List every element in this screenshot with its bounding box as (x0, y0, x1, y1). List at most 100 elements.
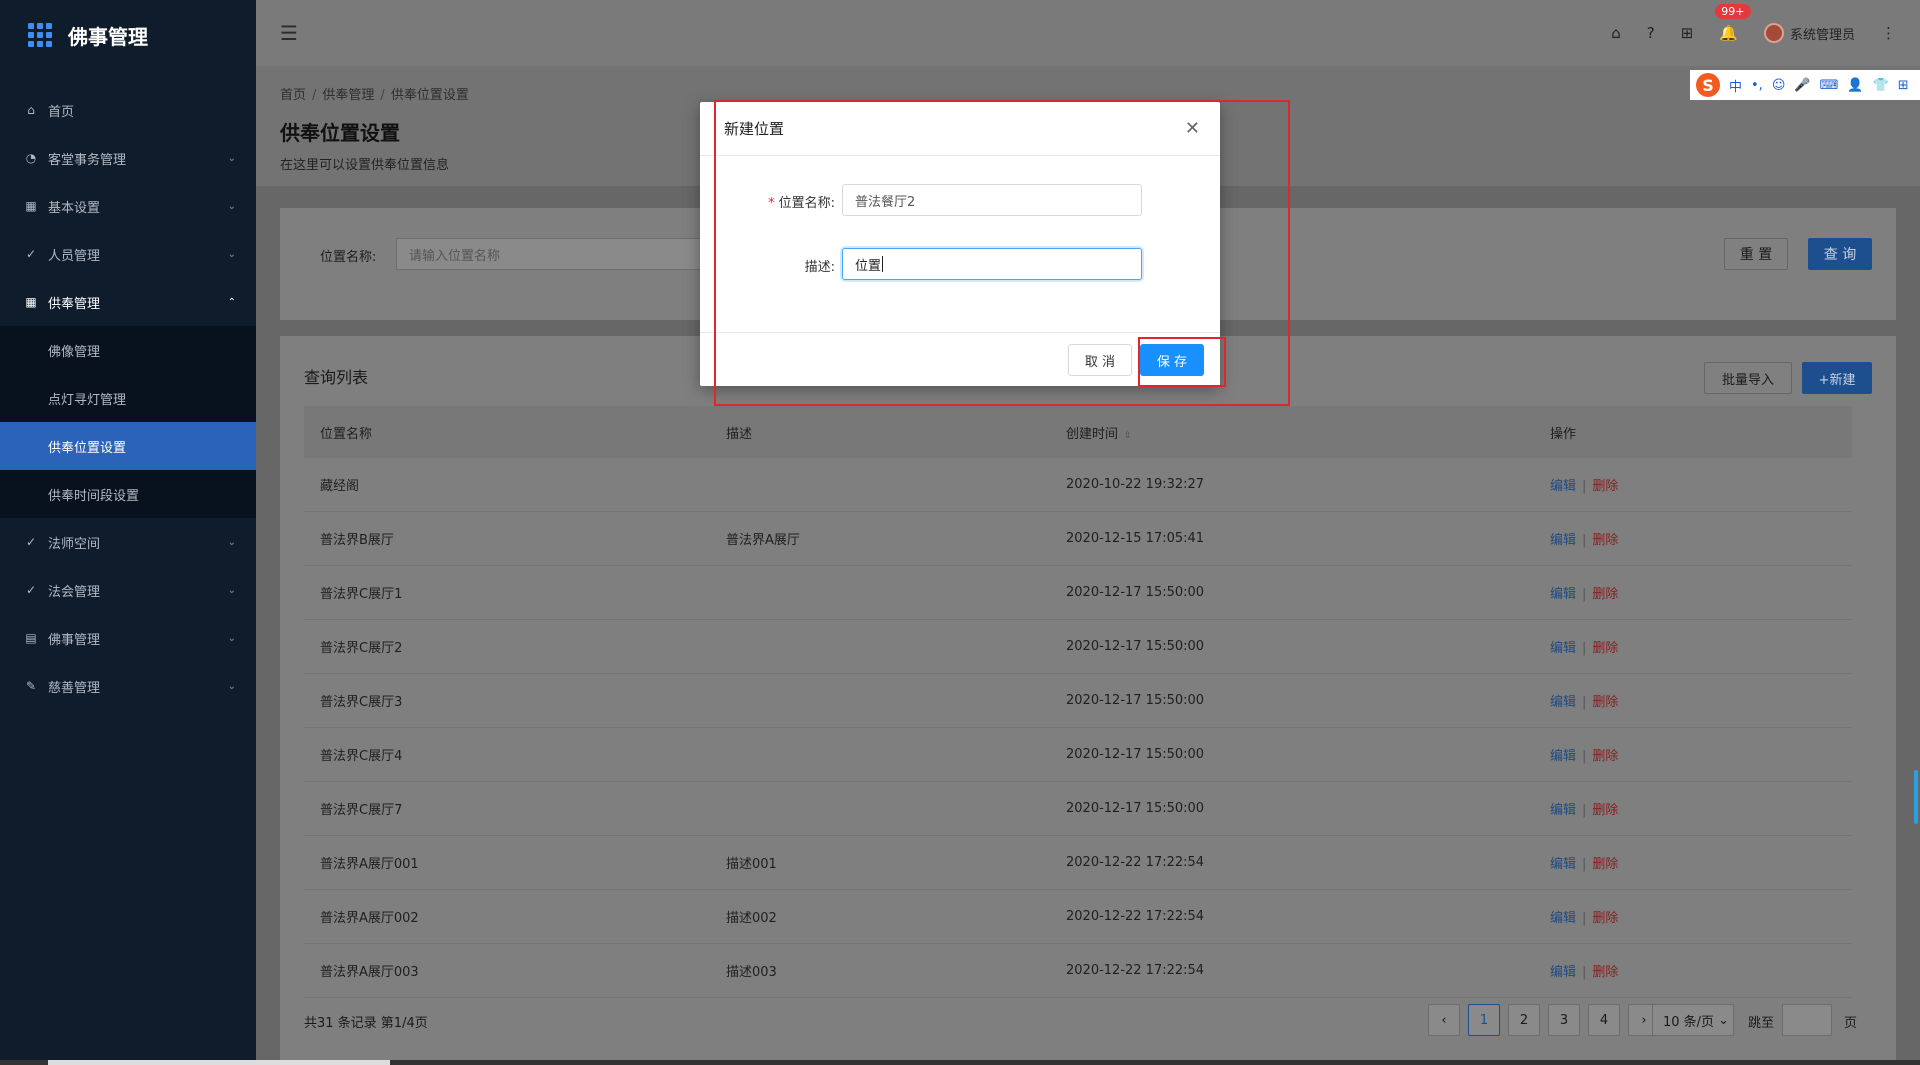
page-size-select[interactable]: 10 条/页 ⌄ (1652, 1004, 1734, 1036)
cell-name: 普法界C展厅2 (320, 641, 403, 656)
edit-link[interactable]: 编辑 (1550, 749, 1576, 764)
sidebar-subitem-lamp[interactable]: 点灯寻灯管理 (0, 374, 256, 422)
bottom-strip-segment (48, 1060, 390, 1065)
user-menu[interactable]: 系统管理员 (1763, 23, 1855, 43)
breadcrumb-item-home[interactable]: 首页 (280, 88, 306, 103)
edit-icon: ✎ (25, 679, 37, 693)
ime-lang-toggle[interactable]: 中 (1729, 76, 1742, 95)
sidebar-subitem-offering-location[interactable]: 供奉位置设置 (0, 422, 256, 470)
table-row: 普法界C展厅2 2020-12-17 15:50:00 编辑 | 删除 (304, 620, 1852, 674)
chevron-down-icon: ⌄ (227, 632, 236, 644)
sidebar-item-label: 法会管理 (48, 584, 101, 600)
delete-link[interactable]: 删除 (1592, 803, 1618, 818)
description-field-value: 位置 (855, 258, 882, 274)
ime-logo-icon[interactable]: S (1696, 73, 1720, 97)
edit-link[interactable]: 编辑 (1550, 641, 1576, 656)
ime-keyboard-icon[interactable]: ⌨ (1820, 78, 1839, 93)
table-row: 普法界B展厅 普法界A展厅 2020-12-15 17:05:41 编辑 | 删除 (304, 512, 1852, 566)
more-vertical-icon[interactable]: ⋮ (1881, 24, 1896, 42)
help-icon[interactable]: ? (1647, 24, 1655, 42)
reset-button[interactable]: 重 置 (1724, 238, 1788, 270)
edit-link[interactable]: 编辑 (1550, 587, 1576, 602)
delete-link[interactable]: 删除 (1592, 533, 1618, 548)
sidebar-item-personnel[interactable]: ✓ 人员管理 ⌄ (0, 230, 256, 278)
sidebar-item-guest-hall[interactable]: ◔ 客堂事务管理 ⌄ (0, 134, 256, 182)
sidebar-item-dharma-assembly[interactable]: ✓ 法会管理 ⌄ (0, 566, 256, 614)
save-button[interactable]: 保 存 (1140, 344, 1204, 376)
delete-link[interactable]: 删除 (1592, 695, 1618, 710)
jump-label: 跳至 (1748, 1016, 1775, 1031)
ime-emoji-icon[interactable]: ☺ (1772, 78, 1786, 93)
app-logo[interactable]: 佛事管理 (0, 0, 256, 70)
top-bar: ☰ ⌂ ? ⊞ 99+ 🔔 系统管理员 ⋮ (256, 0, 1920, 66)
action-separator: | (1582, 587, 1587, 602)
sidebar-item-charity[interactable]: ✎ 慈善管理 ⌄ (0, 662, 256, 710)
query-button[interactable]: 查 询 (1808, 238, 1872, 270)
pagination: 共31 条记录 第1/4页 ‹ 1 2 3 4 › 10 条/页 ⌄ 跳至 页 (304, 1004, 1872, 1036)
apps-icon[interactable]: ⊞ (1681, 24, 1694, 42)
edit-link[interactable]: 编辑 (1550, 857, 1576, 872)
notification-button[interactable]: 99+ 🔔 (1715, 4, 1751, 42)
sidebar-item-label: 慈善管理 (48, 680, 101, 696)
search-input[interactable]: 请输入位置名称 (396, 238, 736, 270)
location-name-field[interactable]: 普法餐厅2 (842, 184, 1142, 216)
cell-created: 2020-12-22 17:22:54 (1066, 855, 1205, 870)
ime-user-icon[interactable]: 👤 (1847, 78, 1863, 93)
cell-actions: 编辑 | 删除 (1534, 583, 1852, 602)
description-field[interactable]: 位置 (842, 248, 1142, 280)
pagination-page-3[interactable]: 3 (1548, 1004, 1580, 1036)
breadcrumb-item-offering[interactable]: 供奉管理 (322, 88, 374, 103)
sidebar-item-home[interactable]: ⌂ 首页 (0, 86, 256, 134)
sidebar-subitem-buddha-statue[interactable]: 佛像管理 (0, 326, 256, 374)
pagination-page-4[interactable]: 4 (1588, 1004, 1620, 1036)
delete-link[interactable]: 删除 (1592, 965, 1618, 980)
edit-link[interactable]: 编辑 (1550, 965, 1576, 980)
ime-skin-icon[interactable]: 👕 (1873, 78, 1889, 93)
ime-punct-icon[interactable]: •, (1751, 78, 1763, 93)
delete-link[interactable]: 删除 (1592, 587, 1618, 602)
delete-link[interactable]: 删除 (1592, 749, 1618, 764)
form-row-name: * 位置名称: 普法餐厅2 (700, 184, 1220, 218)
chevron-down-icon: ⌄ (227, 584, 236, 596)
sidebar-item-basic-settings[interactable]: ▦ 基本设置 ⌄ (0, 182, 256, 230)
edit-link[interactable]: 编辑 (1550, 695, 1576, 710)
jump-page-input[interactable] (1782, 1004, 1832, 1036)
edit-link[interactable]: 编辑 (1550, 533, 1576, 548)
add-new-button[interactable]: +新建 (1802, 362, 1872, 394)
scrollbar[interactable] (1912, 770, 1920, 826)
delete-link[interactable]: 删除 (1592, 911, 1618, 926)
page-size-value: 10 条/页 (1663, 1014, 1715, 1030)
ime-tools-icon[interactable]: ⊞ (1898, 78, 1909, 93)
cell-desc: 普法界A展厅 (726, 533, 800, 548)
sidebar-item-master-space[interactable]: ✓ 法师空间 ⌄ (0, 518, 256, 566)
sidebar-submenu-offering: 佛像管理 点灯寻灯管理 供奉位置设置 供奉时间段设置 (0, 326, 256, 518)
cancel-button[interactable]: 取 消 (1068, 344, 1132, 376)
scrollbar-thumb[interactable] (1914, 770, 1918, 824)
edit-link[interactable]: 编辑 (1550, 479, 1576, 494)
chevron-down-icon: ⌄ (227, 248, 236, 260)
home-icon[interactable]: ⌂ (1611, 24, 1621, 42)
sort-icon[interactable]: ⇳ (1124, 431, 1132, 441)
sidebar-item-buddhist-affairs[interactable]: ▤ 佛事管理 ⌄ (0, 614, 256, 662)
ime-voice-icon[interactable]: 🎤 (1794, 78, 1810, 93)
edit-link[interactable]: 编辑 (1550, 911, 1576, 926)
pagination-page-1[interactable]: 1 (1468, 1004, 1500, 1036)
close-icon[interactable]: ✕ (1185, 118, 1200, 139)
menu-fold-icon[interactable]: ☰ (280, 21, 298, 45)
table-row: 普法界C展厅1 2020-12-17 15:50:00 编辑 | 删除 (304, 566, 1852, 620)
cell-created: 2020-12-17 15:50:00 (1066, 585, 1205, 600)
apps-grid-icon (28, 23, 52, 47)
cell-created: 2020-12-17 15:50:00 (1066, 639, 1205, 654)
cell-actions: 编辑 | 删除 (1534, 853, 1852, 872)
table-row: 普法界A展厅002 描述002 2020-12-22 17:22:54 编辑 | 删除 (304, 890, 1852, 944)
delete-link[interactable]: 删除 (1592, 857, 1618, 872)
batch-import-button[interactable]: 批量导入 (1704, 362, 1792, 394)
edit-link[interactable]: 编辑 (1550, 803, 1576, 818)
sidebar-subitem-offering-time[interactable]: 供奉时间段设置 (0, 470, 256, 518)
delete-link[interactable]: 删除 (1592, 641, 1618, 656)
pagination-page-2[interactable]: 2 (1508, 1004, 1540, 1036)
sidebar-item-offering[interactable]: ▦ 供奉管理 ⌃ (0, 278, 256, 326)
column-header-created[interactable]: 创建时间 ⇳ (1050, 423, 1534, 442)
delete-link[interactable]: 删除 (1592, 479, 1618, 494)
pagination-prev[interactable]: ‹ (1428, 1004, 1460, 1036)
